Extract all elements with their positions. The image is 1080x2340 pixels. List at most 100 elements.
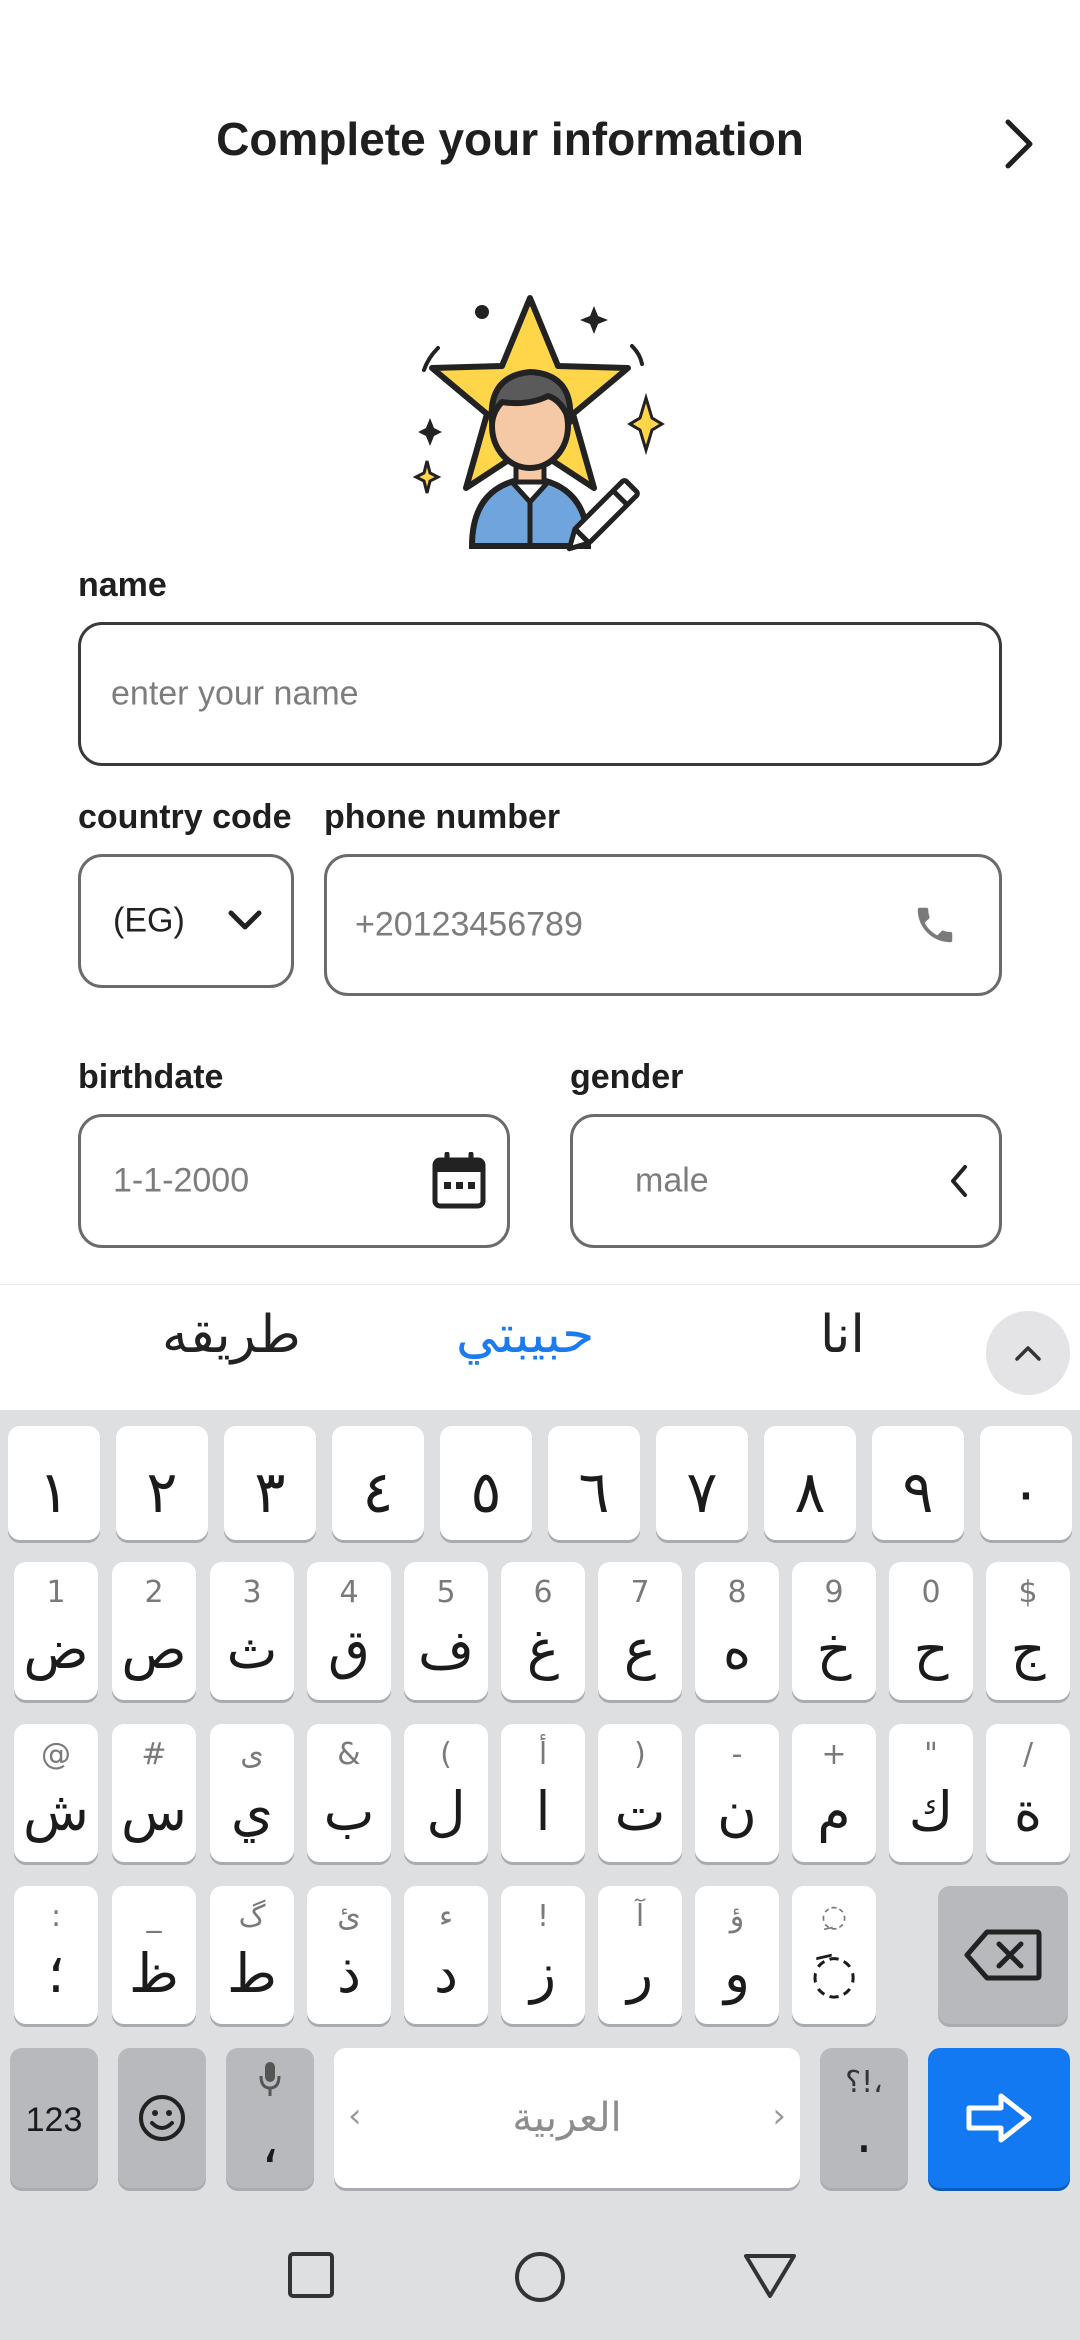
country-code-value: (EG)	[113, 901, 185, 940]
key-num[interactable]: ٦	[548, 1426, 640, 1540]
key-letter[interactable]: ! ز	[501, 1886, 585, 2024]
key-letter[interactable]: 3ث	[210, 1562, 294, 1700]
key-letter[interactable]: 4ق	[307, 1562, 391, 1700]
key-letter[interactable]: " ك	[889, 1724, 973, 1862]
key-letter[interactable]: $ ج	[986, 1562, 1070, 1700]
home-button[interactable]	[513, 2250, 567, 2304]
key-label: ٩	[902, 1458, 934, 1526]
key-label: ض	[23, 1618, 89, 1681]
key-label: م	[817, 1780, 851, 1843]
key-sublabel: 9	[824, 1575, 844, 1610]
star-person-avatar-icon	[412, 295, 665, 552]
key-letter[interactable]: + م	[792, 1724, 876, 1862]
key-letter[interactable]: : ؛	[14, 1886, 98, 2024]
key-letter[interactable]: گط	[210, 1886, 294, 2024]
key-num[interactable]: ٤	[332, 1426, 424, 1540]
square-icon	[288, 2252, 334, 2298]
suggestion-right[interactable]: انا	[820, 1305, 865, 1365]
key-letter[interactable]: 5ف	[404, 1562, 488, 1700]
name-input[interactable]: enter your name	[78, 622, 1002, 766]
gender-label: gender	[570, 1058, 684, 1096]
key-letter[interactable]: 1ض	[14, 1562, 98, 1700]
phone-number-input[interactable]: +20123456789	[324, 854, 1002, 996]
key-label: ؛	[47, 1942, 65, 2005]
key-letter[interactable]: @ ش	[14, 1724, 98, 1862]
gender-dropdown[interactable]: male	[570, 1114, 1002, 1248]
recents-button[interactable]	[286, 2250, 336, 2300]
symbols-key[interactable]: 123	[10, 2048, 98, 2188]
key-num[interactable]: ٣	[224, 1426, 316, 1540]
birthdate-placeholder: 1-1-2000	[113, 1161, 250, 1200]
key-letter[interactable]: 0ح	[889, 1562, 973, 1700]
key-label: ط	[227, 1942, 277, 2005]
key-label: ب	[323, 1780, 375, 1843]
key-sublabel: "	[924, 1737, 938, 1772]
key-sublabel: ء	[438, 1899, 454, 1934]
key-letter[interactable]: ◌ِ ◌َ	[792, 1886, 876, 2024]
key-sublabel: 7	[630, 1575, 650, 1610]
key-letter[interactable]: / ة	[986, 1724, 1070, 1862]
key-letter[interactable]: 2ص	[112, 1562, 196, 1700]
key-label: ٣	[254, 1458, 286, 1526]
key-label: ص	[121, 1618, 187, 1681]
key-sublabel: $	[1018, 1575, 1038, 1610]
key-label: ٨	[794, 1458, 826, 1526]
birthdate-input[interactable]: 1-1-2000	[78, 1114, 510, 1248]
backspace-key[interactable]	[938, 1886, 1068, 2024]
next-chevron-button[interactable]	[990, 112, 1046, 176]
key-letter[interactable]: ءد	[404, 1886, 488, 2024]
key-num[interactable]: ٧	[656, 1426, 748, 1540]
suggestion-middle[interactable]: حبيبتي	[456, 1305, 594, 1365]
symbols-key-label: 123	[25, 2101, 83, 2139]
key-letter[interactable]: & ب	[307, 1724, 391, 1862]
key-num[interactable]: ٠	[980, 1426, 1072, 1540]
key-letter[interactable]: آر	[598, 1886, 682, 2024]
space-bar[interactable]: ‹ العربية ›	[334, 2048, 800, 2188]
key-letter[interactable]: _ ظ	[112, 1886, 196, 2024]
back-button[interactable]	[742, 2252, 798, 2300]
key-letter[interactable]: ىي	[210, 1724, 294, 1862]
key-num[interactable]: ٥	[440, 1426, 532, 1540]
key-num[interactable]: ٩	[872, 1426, 964, 1540]
emoji-key[interactable]	[118, 2048, 206, 2188]
key-label: د	[433, 1942, 459, 2005]
comma-key-label: ،	[261, 2112, 279, 2175]
key-letter[interactable]: 9خ	[792, 1562, 876, 1700]
key-label: ك	[908, 1780, 954, 1843]
key-letter[interactable]: -ن	[695, 1724, 779, 1862]
keyboard-suggestion-bar: طريقه حبيبتي انا	[0, 1284, 1080, 1410]
key-num[interactable]: ٢	[116, 1426, 208, 1540]
key-letter[interactable]: أا	[501, 1724, 585, 1862]
key-letter[interactable]: ؤو	[695, 1886, 779, 2024]
key-letter[interactable]: 8ه	[695, 1562, 779, 1700]
chevron-left-icon	[939, 1159, 979, 1203]
phone-number-label: phone number	[324, 798, 561, 836]
key-letter[interactable]: 6غ	[501, 1562, 585, 1700]
profile-avatar-edit[interactable]	[410, 288, 670, 558]
gender-placeholder: male	[635, 1161, 709, 1200]
key-letter[interactable]: 7ع	[598, 1562, 682, 1700]
calendar-icon[interactable]	[429, 1151, 489, 1211]
enter-key[interactable]	[928, 2048, 1070, 2188]
key-letter[interactable]: (ل	[404, 1724, 488, 1862]
key-num[interactable]: ١	[8, 1426, 100, 1540]
chevron-down-icon	[223, 899, 267, 943]
key-sublabel: ى	[240, 1737, 264, 1772]
key-label: ع	[623, 1618, 657, 1681]
key-letter[interactable]: # س	[112, 1724, 196, 1862]
key-sublabel: 3	[242, 1575, 262, 1610]
key-sublabel: (	[440, 1737, 452, 1772]
key-letter[interactable]: ) ت	[598, 1724, 682, 1862]
suggestion-left[interactable]: طريقه	[162, 1305, 301, 1365]
period-key[interactable]: ؟!، .	[820, 2048, 908, 2188]
key-num[interactable]: ٨	[764, 1426, 856, 1540]
key-label: ل	[426, 1780, 466, 1843]
country-code-dropdown[interactable]: (EG)	[78, 854, 294, 988]
comma-voice-key[interactable]: ،	[226, 2048, 314, 2188]
key-sublabel: ئ	[337, 1899, 361, 1934]
name-placeholder: enter your name	[111, 674, 359, 713]
expand-suggestions-button[interactable]	[986, 1311, 1070, 1395]
key-label: ٠	[1010, 1458, 1042, 1526]
key-letter[interactable]: ئذ	[307, 1886, 391, 2024]
key-sublabel: 5	[436, 1575, 456, 1610]
